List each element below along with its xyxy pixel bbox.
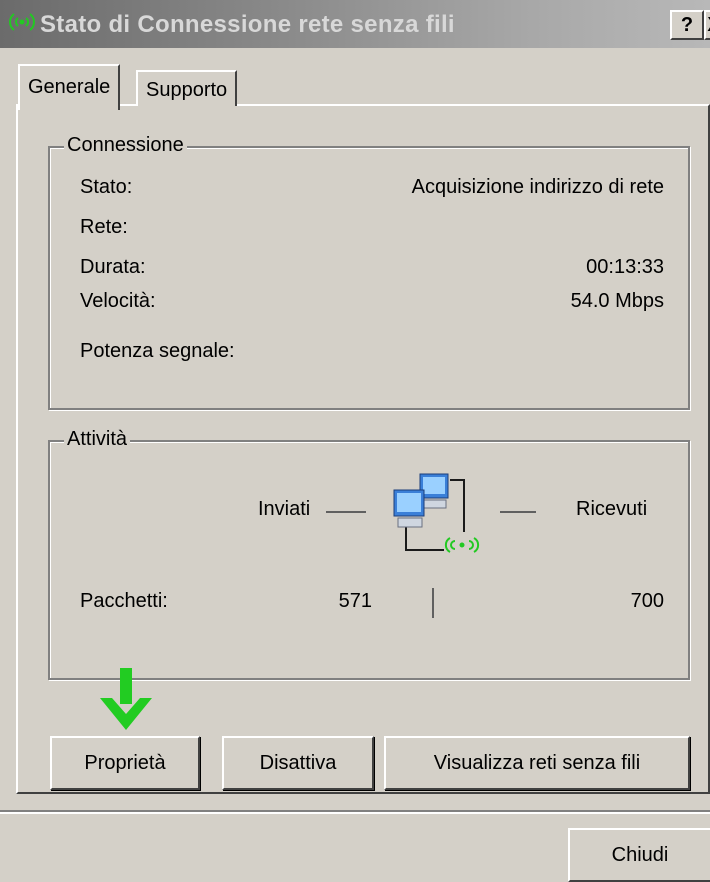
status-value: Acquisizione indirizzo di rete: [411, 176, 664, 198]
received-connector: [500, 511, 536, 513]
title-bar[interactable]: Stato di Connessione rete senza fili ? X: [0, 0, 710, 48]
packets-label: Pacchetti:: [80, 590, 168, 612]
network-computers-icon: [393, 473, 480, 553]
sent-label: Inviati: [258, 498, 311, 520]
close-window-button[interactable]: X: [704, 10, 710, 40]
window-title: Stato di Connessione rete senza fili: [40, 11, 455, 38]
received-label: Ricevuti: [576, 498, 648, 520]
tab-supporto[interactable]: Supporto: [136, 70, 238, 106]
duration-value: 00:13:33: [586, 256, 664, 278]
speed-value: 54.0 Mbps: [570, 290, 664, 312]
help-button[interactable]: ?: [670, 10, 704, 40]
connection-group-title: Connessione: [64, 134, 187, 157]
wireless-network-icon: [9, 13, 35, 31]
separator: [0, 810, 710, 814]
disable-button[interactable]: Disattiva: [222, 736, 374, 790]
speed-label: Velocità:: [80, 290, 156, 312]
signal-strength-label: Potenza segnale:: [80, 340, 235, 362]
properties-button[interactable]: Proprietà: [50, 736, 200, 790]
tab-generale[interactable]: Generale: [18, 64, 121, 110]
status-label: Stato:: [80, 176, 133, 198]
activity-group-title: Attività: [64, 428, 131, 451]
close-button[interactable]: Chiudi: [568, 828, 710, 882]
view-wireless-networks-button[interactable]: Visualizza reti senza fili: [384, 736, 690, 790]
activity-group: Attività: [48, 428, 690, 680]
packets-sent-value: 571: [338, 590, 372, 612]
connection-status-window: Stato di Connessione rete senza fili ? X…: [0, 0, 710, 882]
packets-received-value: 700: [630, 590, 664, 612]
green-down-arrow-icon: [100, 668, 152, 730]
duration-label: Durata:: [80, 256, 146, 278]
packets-divider: [432, 588, 434, 618]
network-label: Rete:: [80, 216, 128, 238]
sent-connector: [326, 511, 366, 513]
